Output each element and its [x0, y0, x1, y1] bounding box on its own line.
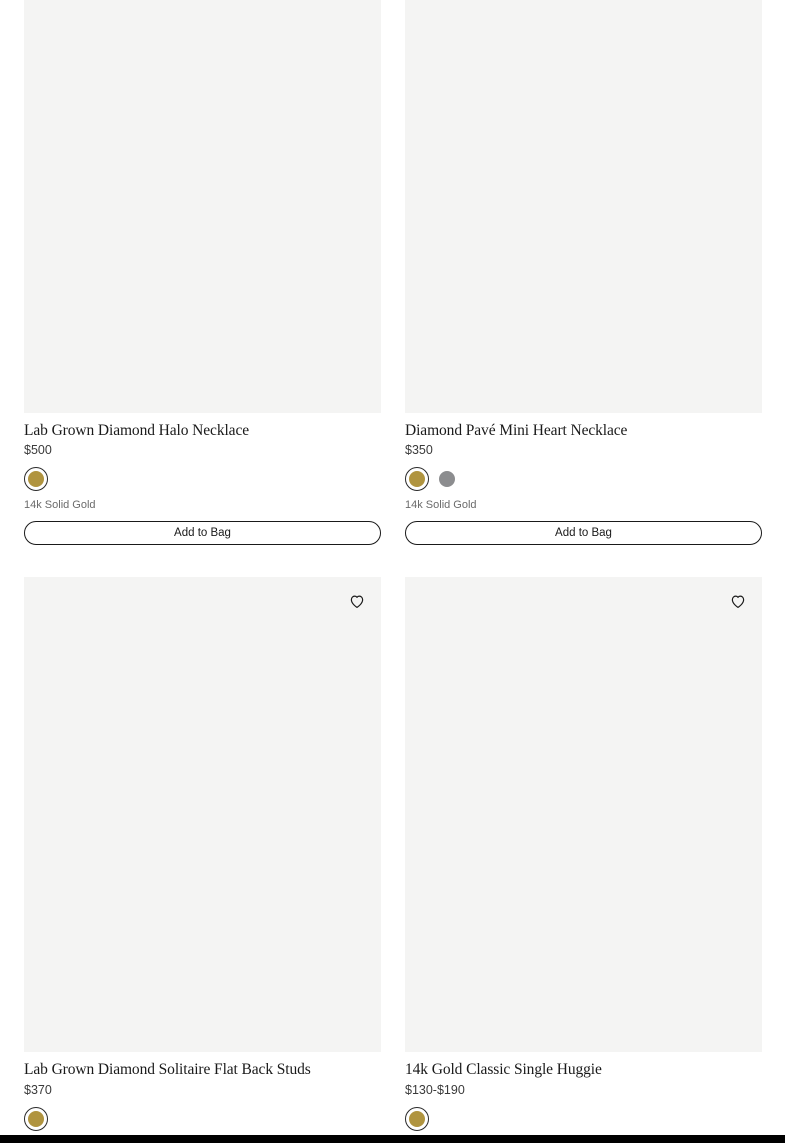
- product-title[interactable]: Diamond Pavé Mini Heart Necklace: [405, 422, 627, 440]
- product-card[interactable]: Diamond Pavé Mini Heart Necklace $350 14…: [405, 0, 762, 545]
- heart-outline-icon[interactable]: [729, 592, 747, 610]
- product-card[interactable]: Lab Grown Diamond Solitaire Flat Back St…: [24, 577, 381, 1131]
- bottom-bar: [0, 1135, 785, 1143]
- heart-outline-icon[interactable]: [348, 592, 366, 610]
- product-image[interactable]: [24, 0, 381, 413]
- swatch-gold[interactable]: [405, 1107, 429, 1131]
- product-image[interactable]: [405, 577, 762, 1052]
- metal-label: 14k Solid Gold: [405, 499, 477, 511]
- swatch-gold[interactable]: [24, 1107, 48, 1131]
- add-to-bag-button[interactable]: Add to Bag: [24, 521, 381, 545]
- color-swatches: [24, 1107, 48, 1131]
- metal-label: 14k Solid Gold: [24, 499, 96, 511]
- color-swatches: [405, 1107, 429, 1131]
- product-card[interactable]: Lab Grown Diamond Halo Necklace $500 14k…: [24, 0, 381, 545]
- product-image[interactable]: [405, 0, 762, 413]
- product-price: $350: [405, 443, 433, 457]
- color-swatches: [405, 467, 459, 491]
- product-card[interactable]: 14k Gold Classic Single Huggie $130-$190: [405, 577, 762, 1131]
- swatch-gold[interactable]: [24, 467, 48, 491]
- product-title[interactable]: Lab Grown Diamond Solitaire Flat Back St…: [24, 1061, 311, 1079]
- color-swatches: [24, 467, 48, 491]
- product-price: $130-$190: [405, 1083, 465, 1097]
- product-price: $370: [24, 1083, 52, 1097]
- product-title[interactable]: 14k Gold Classic Single Huggie: [405, 1061, 602, 1079]
- swatch-gold[interactable]: [405, 467, 429, 491]
- product-title[interactable]: Lab Grown Diamond Halo Necklace: [24, 422, 249, 440]
- product-price: $500: [24, 443, 52, 457]
- add-to-bag-button[interactable]: Add to Bag: [405, 521, 762, 545]
- swatch-silver[interactable]: [435, 467, 459, 491]
- product-image[interactable]: [24, 577, 381, 1052]
